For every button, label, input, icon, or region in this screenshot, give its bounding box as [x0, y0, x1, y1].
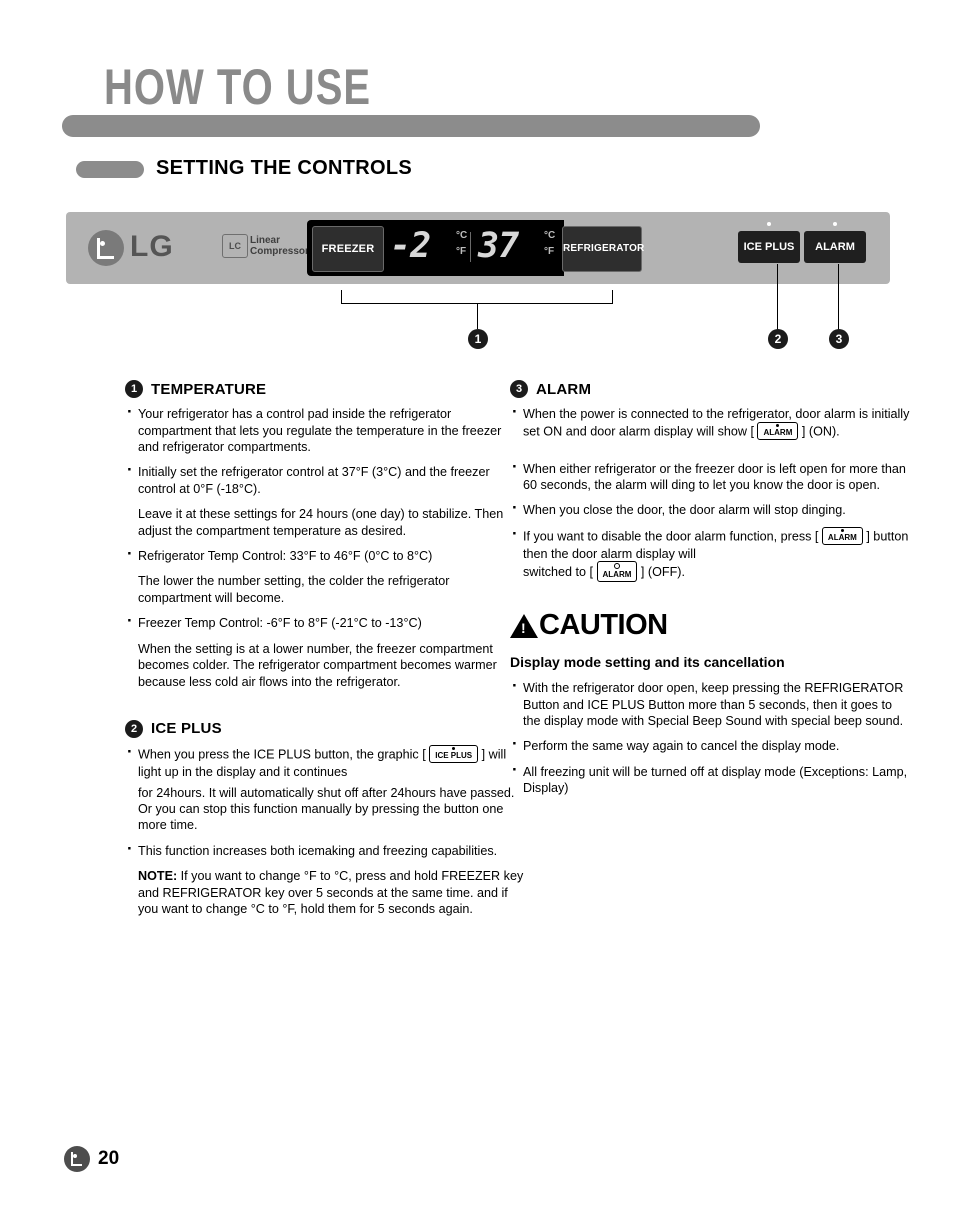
ice-plus-note-label: NOTE:: [138, 869, 178, 884]
ice-plus-keycap-led-icon: [452, 747, 456, 751]
freezer-unit-f: °F: [456, 246, 467, 257]
caution-bullet-1: With the refrigerator door open, keep pr…: [510, 678, 910, 729]
alarm-keycap-on-led-icon: [776, 423, 780, 427]
refrigerator-unit-f: °F: [544, 246, 555, 257]
freezer-temp-value: -2: [390, 226, 431, 266]
leader-line-1a: [341, 290, 342, 304]
lg-brand-text: LG: [130, 230, 174, 263]
section-pill: [76, 161, 144, 178]
refrigerator-temp-value: 37: [478, 226, 519, 266]
page-number: 20: [98, 1148, 120, 1169]
alarm-keycap-off-icon: ALARM: [596, 561, 638, 583]
footer-lg-logo-icon: [64, 1146, 90, 1172]
ice-plus-note-text: If you want to change °F to °C, press an…: [138, 869, 524, 916]
refrigerator-unit-c: °C: [544, 230, 556, 241]
leader-line-3: [838, 264, 839, 330]
ice-plus-bullet-1-cont: for 24hours. It will automatically shut …: [138, 785, 515, 833]
alarm-bullet-4: If you want to disable the door alarm fu…: [510, 526, 910, 583]
leader-line-2: [777, 264, 778, 330]
leader-line-1c: [612, 290, 613, 304]
alarm-keycap-press-icon: ALARM: [821, 526, 863, 545]
ice-plus-title: ICE PLUS: [151, 720, 222, 738]
lg-logo-icon: [88, 230, 124, 266]
temperature-note-3: When the setting is at a lower number, t…: [138, 641, 497, 689]
ice-plus-bullet-1-text-a: When you press the ICE PLUS button, the …: [138, 747, 426, 762]
caution-bullet-3: All freezing unit will be turned off at …: [510, 762, 910, 797]
temperature-title: TEMPERATURE: [151, 380, 267, 398]
ice-plus-bullet-1: When you press the ICE PLUS button, the …: [125, 744, 525, 780]
right-column: 3 ALARM When the power is connected to th…: [510, 380, 910, 806]
alarm-keycap-off-led-icon: [613, 563, 620, 570]
header-bar: [62, 115, 760, 137]
temperature-number-badge: 1: [125, 380, 143, 398]
linear-line1: Linear: [250, 235, 281, 246]
freezer-temp-units: °C °F: [456, 228, 467, 260]
alarm-title: ALARM: [536, 380, 592, 398]
alarm-bullet-1: When the power is connected to the refri…: [510, 404, 910, 440]
freezer-unit-c: °C: [456, 230, 468, 241]
leader-line-1d: [477, 303, 478, 329]
alarm-led-icon: [833, 222, 837, 226]
ice-plus-keycap-icon: ICE PLUS: [429, 745, 479, 764]
caution-bullet-2: Perform the same way again to cancel the…: [510, 736, 910, 754]
ice-plus-number-badge: 2: [125, 719, 143, 738]
alarm-bullet-4-text-d: ] (OFF).: [640, 565, 685, 580]
left-column: 1 TEMPERATURE Your refrigerator has a con…: [125, 380, 525, 926]
alarm-number-badge: 3: [510, 380, 528, 398]
temperature-note-1: Leave it at these settings for 24 hours …: [138, 507, 504, 538]
temperature-bullet-3: Refrigerator Temp Control: 33°F to 46°F …: [125, 546, 525, 564]
linear-compressor-label: Linear Compressor: [250, 235, 309, 257]
alarm-keycap-press-led-icon: [840, 528, 844, 532]
caution-title-text: CAUTION: [539, 609, 668, 642]
alarm-keycap-on-icon: ALARM: [757, 421, 799, 440]
temperature-bullet-1: Your refrigerator has a control pad insi…: [125, 404, 525, 455]
linear-line2: Compressor: [250, 246, 309, 257]
control-panel-illustration: LG LC Linear Compressor FREEZER -2 °C °F…: [66, 212, 890, 284]
callout-number-3: 3: [829, 329, 849, 349]
caution-subtitle: Display mode setting and its cancellatio…: [510, 654, 785, 671]
temperature-note-2: The lower the number setting, the colder…: [138, 574, 450, 605]
caution-title: CAUTION: [510, 609, 910, 642]
alarm-keycap-press-label: ALARM: [827, 532, 857, 542]
alarm-bullet-2: When either refrigerator or the freezer …: [510, 459, 910, 494]
callout-number-2: 2: [768, 329, 788, 349]
ice-plus-bullet-2: This function increases both icemaking a…: [125, 841, 525, 859]
linear-compressor-badge-icon: LC: [222, 234, 248, 258]
ice-plus-note: NOTE: If you want to change °F to °C, pr…: [125, 868, 525, 917]
alarm-bullet-1-text-a: When the power is connected to the refri…: [523, 407, 910, 438]
alarm-bullet-4-text-a: If you want to disable the door alarm fu…: [523, 529, 819, 544]
alarm-bullet-1-text-b: ] (ON).: [801, 423, 840, 438]
temperature-bullet-4: Freezer Temp Control: -6°F to 8°F (-21°C…: [125, 613, 525, 631]
caution-section: CAUTION Display mode setting and its can…: [510, 609, 910, 796]
warning-triangle-icon: [510, 613, 538, 638]
ice-plus-button[interactable]: ICE PLUS: [738, 231, 800, 263]
section-title: SETTING THE CONTROLS: [156, 157, 412, 179]
alarm-bullet-3: When you close the door, the door alarm …: [510, 500, 910, 518]
ice-plus-led-icon: [767, 222, 771, 226]
ice-plus-keycap-label: ICE PLUS: [435, 751, 473, 761]
page: HOW TO USE SETTING THE CONTROLS LG LC Li…: [0, 0, 954, 1226]
alarm-heading: 3 ALARM: [510, 380, 910, 398]
alarm-keycap-on-label: ALARM: [763, 427, 793, 437]
refrigerator-button[interactable]: REFRIGERATOR: [562, 226, 644, 272]
refrigerator-temp-units: °C °F: [544, 228, 555, 260]
temperature-heading: 1 TEMPERATURE: [125, 380, 525, 398]
freezer-button[interactable]: FREEZER: [312, 226, 384, 272]
display-divider: [470, 232, 471, 262]
alarm-bullet-4-text-c: switched to [: [523, 565, 593, 580]
ice-plus-heading: 2 ICE PLUS: [125, 719, 525, 738]
callout-number-1: 1: [468, 329, 488, 349]
page-title: HOW TO USE: [104, 60, 372, 115]
temperature-bullet-2: Initially set the refrigerator control a…: [125, 462, 525, 497]
alarm-keycap-off-label: ALARM: [602, 570, 632, 580]
alarm-button[interactable]: ALARM: [804, 231, 866, 263]
